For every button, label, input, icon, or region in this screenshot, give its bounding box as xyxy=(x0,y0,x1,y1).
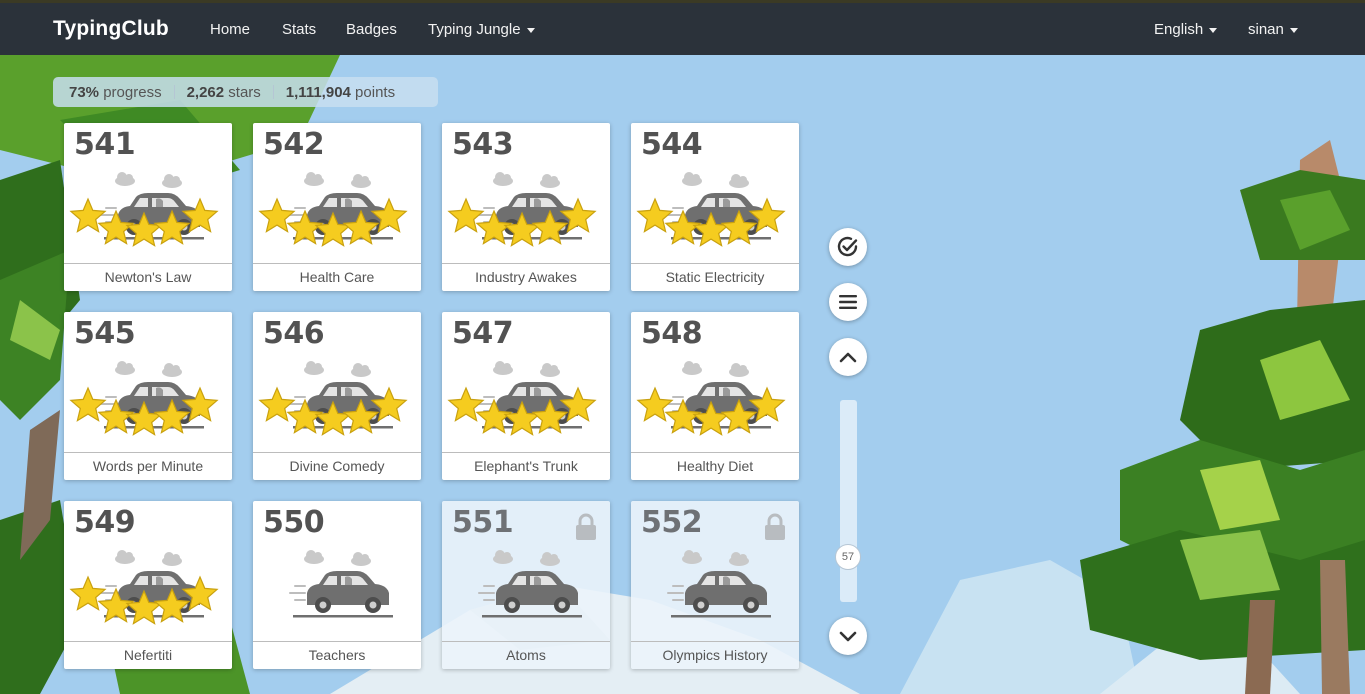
points-label: points xyxy=(355,83,396,101)
menu-button[interactable] xyxy=(829,283,867,321)
lock-icon xyxy=(765,513,785,540)
language-dropdown[interactable]: English xyxy=(1154,21,1218,38)
lesson-number: 544 xyxy=(641,127,703,162)
star-icon xyxy=(258,197,296,233)
brand-logo[interactable]: TypingClub xyxy=(53,17,169,41)
divider xyxy=(173,85,175,99)
lesson-card[interactable]: 545 Words per Minute xyxy=(64,312,232,480)
star-icon xyxy=(636,386,674,422)
lesson-scroll-track[interactable] xyxy=(840,400,857,602)
lesson-card[interactable]: 544 Static Electricity xyxy=(631,123,799,291)
chevron-down-icon xyxy=(839,631,857,642)
lesson-card[interactable]: 549 Nefertiti xyxy=(64,501,232,669)
star-icon xyxy=(69,386,107,422)
lesson-number: 552 xyxy=(641,505,703,540)
lesson-title: Atoms xyxy=(442,641,610,669)
car-illustration xyxy=(667,550,771,618)
lesson-title: Healthy Diet xyxy=(631,452,799,480)
typing-jungle-dropdown[interactable]: Typing Jungle xyxy=(428,21,535,38)
lesson-title: Nefertiti xyxy=(64,641,232,669)
car-illustration xyxy=(69,172,219,247)
caret-down-icon xyxy=(526,28,535,33)
chevron-up-icon xyxy=(839,352,857,363)
top-navbar: TypingClub Home Stats Badges Typing Jung… xyxy=(0,0,1365,55)
stars-label: stars xyxy=(228,83,261,101)
nav-stats[interactable]: Stats xyxy=(282,21,316,38)
car-illustration xyxy=(289,550,393,618)
caret-down-icon xyxy=(1289,28,1298,33)
progress-label: progress xyxy=(103,83,162,101)
scroll-up-button[interactable] xyxy=(829,338,867,376)
lesson-title: Static Electricity xyxy=(631,263,799,291)
caret-down-icon xyxy=(1209,28,1218,33)
check-circle-icon xyxy=(837,236,858,257)
user-name: sinan xyxy=(1248,21,1284,38)
car-illustration xyxy=(636,361,786,436)
scroll-down-button[interactable] xyxy=(829,617,867,655)
lesson-title: Divine Comedy xyxy=(253,452,421,480)
lesson-title: Words per Minute xyxy=(64,452,232,480)
car-illustration xyxy=(69,361,219,436)
progress-summary: 73% progress 2,262 stars 1,111,904 point… xyxy=(53,77,438,107)
car-illustration xyxy=(69,550,219,625)
lesson-card[interactable]: 541 Newton's Law xyxy=(64,123,232,291)
lesson-title: Industry Awakes xyxy=(442,263,610,291)
language-label: English xyxy=(1154,21,1204,38)
lesson-number: 542 xyxy=(263,127,325,162)
lesson-title: Olympics History xyxy=(631,641,799,669)
lesson-card[interactable]: 547 Elephant's Trunk xyxy=(442,312,610,480)
lesson-number: 549 xyxy=(74,505,136,540)
star-icon xyxy=(636,197,674,233)
lesson-title: Elephant's Trunk xyxy=(442,452,610,480)
lesson-card[interactable]: 550 Teachers xyxy=(253,501,421,669)
car-illustration xyxy=(258,361,408,436)
star-icon xyxy=(69,197,107,233)
divider xyxy=(272,85,274,99)
car-illustration xyxy=(447,361,597,436)
lesson-card[interactable]: 552 Olympics History xyxy=(631,501,799,669)
lesson-card[interactable]: 543 Industry Awakes xyxy=(442,123,610,291)
lesson-number: 541 xyxy=(74,127,136,162)
list-icon xyxy=(839,295,857,309)
car-illustration xyxy=(636,172,786,247)
lesson-card[interactable]: 551 Atoms xyxy=(442,501,610,669)
lesson-card[interactable]: 542 Health Care xyxy=(253,123,421,291)
nav-home[interactable]: Home xyxy=(210,21,250,38)
car-illustration xyxy=(447,172,597,247)
car-illustration xyxy=(478,550,582,618)
lesson-number: 548 xyxy=(641,316,703,351)
progress-percent: 73% xyxy=(69,83,100,101)
stars-count: 2,262 xyxy=(186,83,225,101)
points-count: 1,111,904 xyxy=(285,83,351,101)
lesson-card[interactable]: 546 Divine Comedy xyxy=(253,312,421,480)
lesson-title: Newton's Law xyxy=(64,263,232,291)
nav-badges[interactable]: Badges xyxy=(346,21,397,38)
star-icon xyxy=(447,386,485,422)
lesson-card[interactable]: 548 Healthy Diet xyxy=(631,312,799,480)
lesson-number: 547 xyxy=(452,316,514,351)
star-icon xyxy=(258,386,296,422)
user-dropdown[interactable]: sinan xyxy=(1248,21,1298,38)
progress-check-button[interactable] xyxy=(829,228,867,266)
lock-icon xyxy=(576,513,596,540)
lesson-number: 546 xyxy=(263,316,325,351)
lesson-number: 545 xyxy=(74,316,136,351)
lesson-title: Teachers xyxy=(253,641,421,669)
lesson-number: 550 xyxy=(263,505,325,540)
lesson-number: 543 xyxy=(452,127,514,162)
typing-jungle-label: Typing Jungle xyxy=(428,21,521,38)
lesson-title: Health Care xyxy=(253,263,421,291)
star-icon xyxy=(447,197,485,233)
lesson-scroll-thumb[interactable]: 57 xyxy=(835,544,861,570)
star-icon xyxy=(69,575,107,611)
lesson-number: 551 xyxy=(452,505,514,540)
car-illustration xyxy=(258,172,408,247)
